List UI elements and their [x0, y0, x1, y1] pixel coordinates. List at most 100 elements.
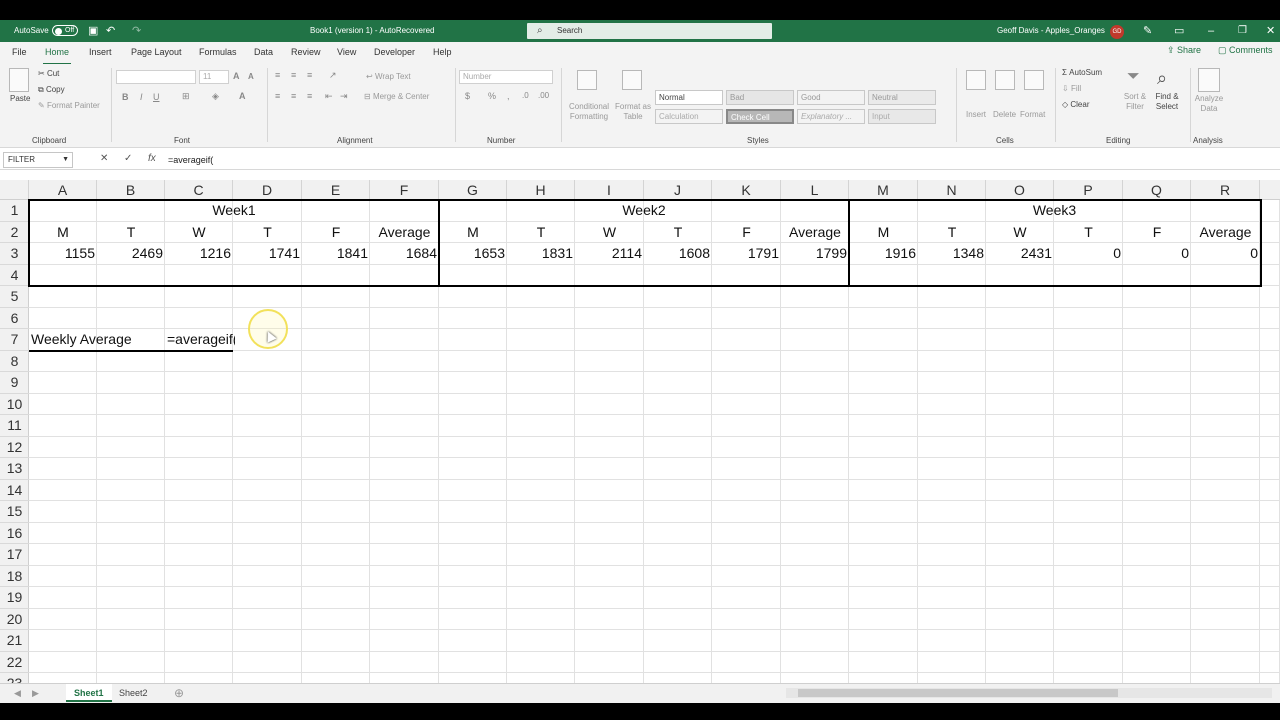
column-header-l[interactable]: L: [781, 180, 849, 200]
accounting-icon[interactable]: $: [465, 91, 470, 101]
align-left-icon[interactable]: ≡: [275, 91, 280, 101]
row-header-3[interactable]: 3: [0, 243, 29, 265]
row-header-22[interactable]: 22: [0, 652, 29, 673]
day-header-cell[interactable]: W: [575, 222, 644, 243]
merge-center-button[interactable]: ⊟ Merge & Center: [364, 92, 429, 101]
row-header-9[interactable]: 9: [0, 372, 29, 394]
day-header-cell[interactable]: M: [439, 222, 507, 243]
day-header-cell[interactable]: W: [986, 222, 1054, 243]
font-name-box[interactable]: [116, 70, 196, 84]
formula-input[interactable]: =averageif(: [168, 150, 213, 170]
value-cell[interactable]: 1608: [644, 243, 712, 264]
style-normal[interactable]: Normal: [655, 90, 723, 105]
fill-color-icon[interactable]: ◈: [212, 91, 219, 102]
style-calculation[interactable]: Calculation: [655, 109, 723, 124]
column-header-a[interactable]: A: [29, 180, 97, 200]
day-header-cell[interactable]: T: [97, 222, 165, 243]
column-header-i[interactable]: I: [575, 180, 644, 200]
autosave-toggle[interactable]: Off: [52, 20, 78, 42]
day-header-cell[interactable]: T: [918, 222, 986, 243]
number-format-box[interactable]: Number: [459, 70, 553, 84]
day-header-cell[interactable]: F: [712, 222, 781, 243]
close-icon[interactable]: ✕: [1266, 20, 1275, 42]
value-cell[interactable]: 1791: [712, 243, 781, 264]
sheet-tab-sheet1[interactable]: Sheet1: [66, 684, 112, 702]
horizontal-scrollbar[interactable]: [786, 688, 1272, 698]
cell-c7-editing[interactable]: =averageif(: [167, 329, 235, 350]
style-neutral[interactable]: Neutral: [868, 90, 936, 105]
value-cell[interactable]: 2114: [575, 243, 644, 264]
column-header-k[interactable]: K: [712, 180, 781, 200]
tab-file[interactable]: File: [12, 47, 27, 57]
value-cell[interactable]: 1916: [849, 243, 918, 264]
day-header-cell[interactable]: Average: [781, 222, 849, 243]
column-header-n[interactable]: N: [918, 180, 986, 200]
worksheet-grid[interactable]: ABCDEFGHIJKLMNOPQR 1 2 3 4 5 6 7 8 9 10 11 12 13 14 15…: [0, 180, 1280, 683]
undo-icon[interactable]: ↶: [106, 20, 115, 42]
column-header-r[interactable]: R: [1191, 180, 1260, 200]
style-good[interactable]: Good: [797, 90, 865, 105]
save-icon[interactable]: ▣: [88, 20, 98, 42]
analyze-data-icon[interactable]: [1198, 68, 1220, 92]
column-header-g[interactable]: G: [439, 180, 507, 200]
day-header-cell[interactable]: T: [1054, 222, 1123, 243]
sort-filter-icon[interactable]: ⏷: [1127, 68, 1140, 86]
row-header-15[interactable]: 15: [0, 501, 29, 523]
value-cell[interactable]: 0: [1191, 243, 1260, 264]
fill-button[interactable]: ⇩ Fill: [1062, 84, 1081, 93]
grow-font-icon[interactable]: A: [233, 71, 240, 81]
document-title[interactable]: Book1 (version 1) - AutoRecovered: [310, 20, 435, 42]
column-header-o[interactable]: O: [986, 180, 1054, 200]
column-header-f[interactable]: F: [370, 180, 439, 200]
insert-cells-icon[interactable]: [966, 70, 986, 90]
row-header-1[interactable]: 1: [0, 200, 29, 222]
style-bad[interactable]: Bad: [726, 90, 794, 105]
day-header-cell[interactable]: F: [1123, 222, 1191, 243]
row-header-5[interactable]: 5: [0, 286, 29, 308]
column-header-h[interactable]: H: [507, 180, 575, 200]
decrease-decimal-icon[interactable]: .00: [538, 91, 549, 100]
tab-formulas[interactable]: Formulas: [199, 47, 237, 57]
row-header-19[interactable]: 19: [0, 587, 29, 609]
value-cell[interactable]: 1799: [781, 243, 849, 264]
sheet-tab-sheet2[interactable]: Sheet2: [111, 684, 156, 702]
format-as-table-icon[interactable]: [622, 70, 642, 90]
row-header-7[interactable]: 7: [0, 329, 29, 351]
conditional-formatting-icon[interactable]: [577, 70, 597, 90]
delete-cells-button[interactable]: Delete: [993, 110, 1016, 119]
row-header-17[interactable]: 17: [0, 544, 29, 566]
row-header-6[interactable]: 6: [0, 308, 29, 329]
increase-decimal-icon[interactable]: .0: [522, 91, 529, 100]
comments-button[interactable]: ▢ Comments: [1218, 45, 1273, 56]
tab-developer[interactable]: Developer: [374, 47, 415, 57]
italic-icon[interactable]: I: [140, 92, 143, 102]
chevron-down-icon[interactable]: ▼: [62, 153, 69, 167]
align-middle-icon[interactable]: ≡: [291, 70, 296, 80]
day-header-cell[interactable]: T: [233, 222, 302, 243]
row-header-8[interactable]: 8: [0, 351, 29, 372]
font-color-icon[interactable]: A: [239, 91, 246, 101]
share-button[interactable]: ⇪ Share: [1167, 45, 1201, 56]
row-header-21[interactable]: 21: [0, 630, 29, 652]
underline-icon[interactable]: U: [153, 92, 160, 102]
percent-icon[interactable]: %: [488, 91, 496, 101]
style-explanatory[interactable]: Explanatory ...: [797, 109, 865, 124]
day-header-cell[interactable]: M: [849, 222, 918, 243]
bold-icon[interactable]: B: [122, 92, 129, 102]
column-header-q[interactable]: Q: [1123, 180, 1191, 200]
row-header-4[interactable]: 4: [0, 265, 29, 286]
format-cells-icon[interactable]: [1024, 70, 1044, 90]
tab-home[interactable]: Home: [42, 47, 72, 65]
format-as-table-button[interactable]: Format as Table: [614, 102, 652, 122]
value-cell[interactable]: 1841: [302, 243, 370, 264]
format-cells-button[interactable]: Format: [1020, 110, 1045, 119]
row-header-16[interactable]: 16: [0, 523, 29, 544]
scrollbar-thumb[interactable]: [798, 689, 1118, 697]
week-header[interactable]: Week1: [29, 200, 439, 221]
restore-icon[interactable]: ❐: [1238, 20, 1247, 42]
row-header-23[interactable]: 23: [0, 673, 29, 683]
user-name[interactable]: Geoff Davis - Apples_Oranges: [997, 20, 1105, 42]
cell-a7[interactable]: Weekly Average: [31, 329, 167, 350]
align-bottom-icon[interactable]: ≡: [307, 70, 312, 80]
search-box[interactable]: ⌕ Search: [527, 23, 772, 39]
